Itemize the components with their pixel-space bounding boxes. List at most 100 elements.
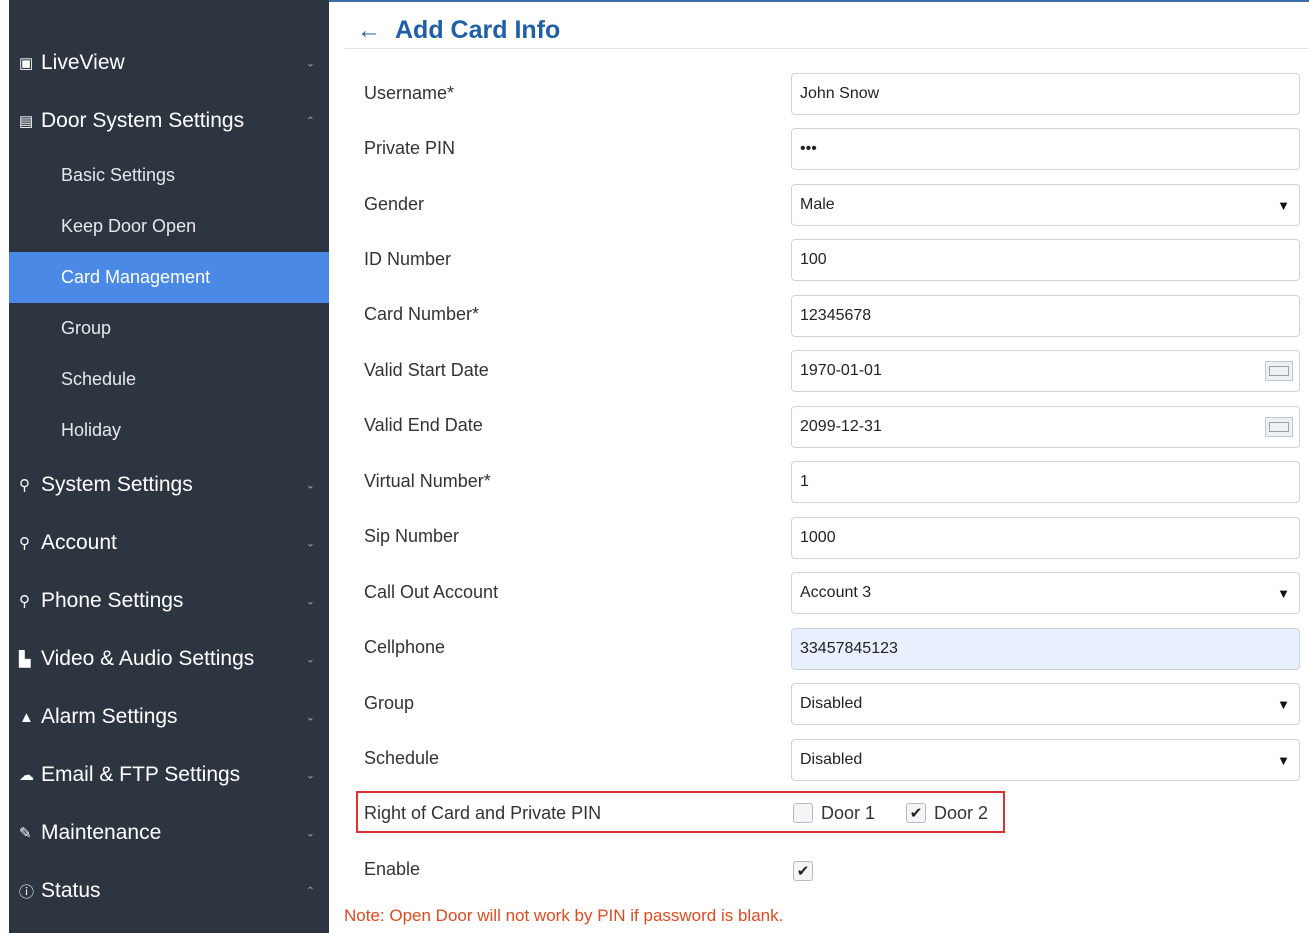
sidebar-subitem-schedule[interactable]: Schedule: [9, 354, 329, 405]
door-icon: ▤: [19, 113, 34, 130]
call-out-account-select[interactable]: Account 3 ▼: [791, 572, 1300, 614]
chevron-down-icon: ⌄: [305, 711, 315, 724]
sidebar-item-label: Alarm Settings: [41, 705, 178, 728]
valid-start-date-label: Valid Start Date: [364, 360, 489, 380]
door2-checkbox[interactable]: ✔: [906, 803, 926, 823]
call-out-account-label: Call Out Account: [364, 582, 499, 602]
calendar-icon[interactable]: [1265, 361, 1293, 381]
page-header: ← Add Card Info: [357, 16, 560, 45]
dropdown-arrow-icon: ▼: [1277, 197, 1290, 213]
door1-label: Door 1: [821, 803, 876, 823]
sidebar-item-label: System Settings: [41, 473, 193, 496]
sidebar-item-label: Status: [41, 879, 101, 902]
sidebar-item-system-settings[interactable]: ⚲ System Settings ⌄: [9, 456, 329, 514]
id-number-input[interactable]: 100: [791, 239, 1300, 281]
sidebar-subitem-keep-door-open[interactable]: Keep Door Open: [9, 201, 329, 252]
chevron-up-icon: ⌃: [305, 115, 315, 128]
chevron-up-icon: ⌃: [305, 885, 315, 898]
card-number-input[interactable]: 12345678: [791, 295, 1300, 337]
private-pin-input[interactable]: •••: [791, 128, 1300, 170]
sidebar-item-door-system-settings[interactable]: ▤ Door System Settings ⌃: [9, 92, 329, 150]
private-pin-label: Private PIN: [364, 138, 456, 158]
dropdown-arrow-icon: ▼: [1277, 696, 1290, 712]
page-title: Add Card Info: [395, 16, 561, 44]
sidebar-item-account[interactable]: ⚲ Account ⌄: [9, 514, 329, 572]
door2-label: Door 2: [934, 803, 989, 823]
sip-number-value: 1000: [800, 529, 836, 546]
sidebar-item-email-ftp-settings[interactable]: ☁ Email & FTP Settings ⌄: [9, 746, 329, 804]
enable-label: Enable: [364, 859, 421, 879]
virtual-number-label: Virtual Number*: [364, 471, 491, 491]
sidebar-item-label: Email & FTP Settings: [41, 763, 241, 786]
top-divider: [329, 0, 1309, 2]
chevron-down-icon: ⌄: [305, 57, 315, 70]
enable-checkbox[interactable]: ✔: [793, 861, 813, 881]
gender-value: Male: [800, 196, 835, 213]
sidebar-item-liveview[interactable]: ▣ LiveView ⌄: [9, 34, 329, 92]
valid-start-date-value: 1970-01-01: [800, 362, 882, 379]
chevron-down-icon: ⌄: [305, 537, 315, 550]
sidebar-item-alarm-settings[interactable]: ▲ Alarm Settings ⌄: [9, 688, 329, 746]
private-pin-value: •••: [800, 140, 817, 157]
sidebar-subitem-card-management[interactable]: Card Management: [9, 252, 329, 303]
chevron-down-icon: ⌄: [305, 479, 315, 492]
cellphone-value: 33457845123: [800, 640, 898, 657]
check-icon: ✔: [796, 863, 810, 880]
valid-end-date-label: Valid End Date: [364, 415, 483, 435]
dropdown-arrow-icon: ▼: [1277, 752, 1290, 768]
sidebar-item-maintenance[interactable]: ✎ Maintenance ⌄: [9, 804, 329, 862]
right-of-card-label: Right of Card and Private PIN: [364, 803, 602, 823]
group-select[interactable]: Disabled ▼: [791, 683, 1300, 725]
card-number-label: Card Number*: [364, 304, 480, 324]
sidebar-item-label: Phone Settings: [41, 589, 184, 612]
sidebar-item-label: Account: [41, 531, 117, 554]
settings-icon: ⚲: [19, 477, 30, 494]
group-label: Group: [364, 693, 415, 713]
sidebar-item-video-audio-settings[interactable]: ▙ Video & Audio Settings ⌄: [9, 630, 329, 688]
chevron-down-icon: ⌄: [305, 595, 315, 608]
username-label: Username*: [364, 83, 455, 103]
dropdown-arrow-icon: ▼: [1277, 585, 1290, 601]
chevron-down-icon: ⌄: [305, 769, 315, 782]
wrench-icon: ✎: [19, 825, 32, 842]
card-number-value: 12345678: [800, 307, 872, 324]
sidebar-item-label: Door System Settings: [41, 109, 245, 132]
sip-number-input[interactable]: 1000: [791, 517, 1300, 559]
bell-icon: ▲: [19, 708, 34, 726]
valid-end-date-value: 2099-12-31: [800, 418, 882, 435]
valid-end-date-input[interactable]: 2099-12-31: [791, 406, 1300, 448]
virtual-number-value: 1: [800, 473, 809, 490]
sidebar-item-label: Maintenance: [41, 821, 162, 844]
gender-select[interactable]: Male ▼: [791, 184, 1300, 226]
chevron-down-icon: ⌄: [305, 827, 315, 840]
media-icon: ▙: [19, 651, 31, 668]
door1-checkbox[interactable]: [793, 803, 813, 823]
call-out-account-value: Account 3: [800, 584, 872, 601]
sidebar-subitem-holiday[interactable]: Holiday: [9, 405, 329, 456]
sidebar-subitem-group[interactable]: Group: [9, 303, 329, 354]
username-input[interactable]: John Snow: [791, 73, 1300, 115]
phone-icon: ⚲: [19, 593, 30, 610]
back-arrow-icon[interactable]: ←: [357, 17, 381, 45]
sidebar-item-phone-settings[interactable]: ⚲ Phone Settings ⌄: [9, 572, 329, 630]
group-value: Disabled: [800, 695, 863, 712]
account-icon: ⚲: [19, 535, 30, 552]
cellphone-label: Cellphone: [364, 637, 446, 657]
id-number-value: 100: [800, 251, 827, 268]
schedule-select[interactable]: Disabled ▼: [791, 739, 1300, 781]
valid-start-date-input[interactable]: 1970-01-01: [791, 350, 1300, 392]
check-icon: ✔: [909, 805, 923, 822]
gender-label: Gender: [364, 194, 425, 214]
cellphone-input[interactable]: 33457845123: [791, 628, 1300, 670]
header-divider: [345, 48, 1309, 49]
pin-note: Note: Open Door will not work by PIN if …: [344, 906, 784, 925]
video-icon: ▣: [19, 55, 34, 72]
username-value: John Snow: [800, 85, 880, 102]
sip-number-label: Sip Number: [364, 526, 460, 546]
sidebar-subitem-basic-settings[interactable]: Basic Settings: [9, 150, 329, 201]
sidebar-item-status[interactable]: ⓘ Status ⌃: [9, 862, 329, 920]
virtual-number-input[interactable]: 1: [791, 461, 1300, 503]
sidebar-item-label: LiveView: [41, 51, 125, 74]
schedule-value: Disabled: [800, 751, 863, 768]
calendar-icon[interactable]: [1265, 417, 1293, 437]
